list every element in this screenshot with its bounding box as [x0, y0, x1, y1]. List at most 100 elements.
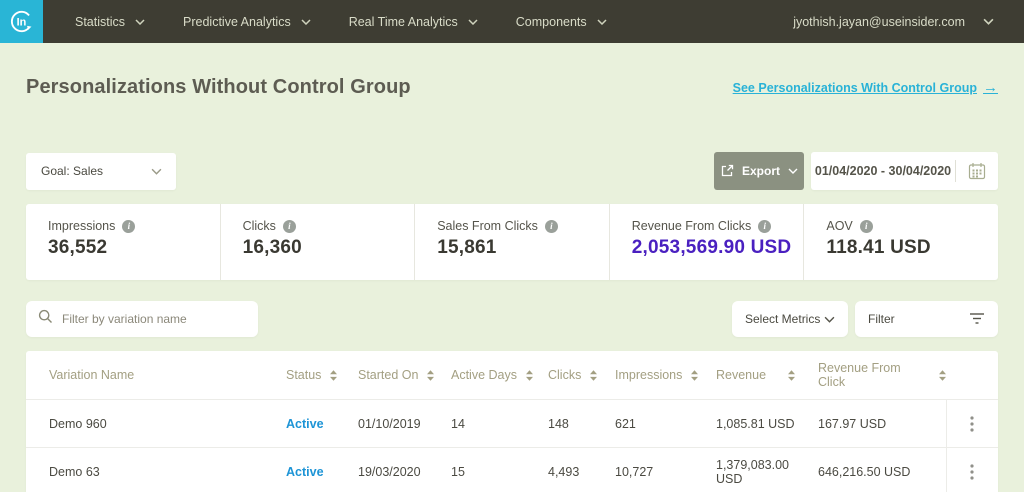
top-navbar: In Statistics Predictive Analytics Real …	[0, 0, 1024, 43]
export-label: Export	[742, 164, 780, 178]
stat-value: 118.41 USD	[826, 237, 998, 259]
col-started-on[interactable]: Started On	[358, 368, 451, 382]
export-button[interactable]: Export	[714, 152, 804, 190]
sort-icon	[939, 370, 946, 381]
col-revenue[interactable]: Revenue	[716, 368, 818, 382]
status-badge: Active	[286, 417, 358, 431]
arrow-right-icon: →	[983, 79, 998, 96]
table-header-row: Variation Name Status Started On Active …	[26, 351, 998, 399]
table-row: Demo 63 Active 19/03/2020 15 4,493 10,72…	[26, 447, 998, 492]
nav-item-label: Components	[516, 15, 587, 29]
nav-item-real-time-analytics[interactable]: Real Time Analytics	[349, 15, 478, 29]
chevron-down-icon	[468, 19, 478, 25]
stat-sales-from-clicks: Sales From Clicks i 15,861	[414, 204, 609, 280]
stat-label: Revenue From Clicks	[632, 219, 751, 233]
search-input[interactable]	[62, 312, 246, 326]
stat-label: Impressions	[48, 219, 115, 233]
nav-item-label: Real Time Analytics	[349, 15, 458, 29]
stat-value: 15,861	[437, 237, 609, 259]
stat-value: 36,552	[48, 237, 220, 259]
title-row: Personalizations Without Control Group S…	[26, 76, 998, 99]
col-impressions[interactable]: Impressions	[615, 368, 716, 382]
sort-icon	[427, 370, 434, 381]
variations-table: Variation Name Status Started On Active …	[26, 351, 998, 492]
sort-icon	[691, 370, 698, 381]
nav-menu: Statistics Predictive Analytics Real Tim…	[75, 15, 607, 29]
insider-logo-icon: In	[8, 8, 35, 35]
export-icon	[720, 164, 734, 178]
user-menu[interactable]: jyothish.jayan@useinsider.com	[793, 15, 994, 29]
variation-name: Demo 960	[26, 417, 286, 431]
revenue: 1,085.81 USD	[716, 417, 818, 431]
clicks: 148	[548, 417, 615, 431]
controls-row: Goal: Sales Export 01/04/2020 - 30/04/20…	[26, 152, 998, 190]
row-actions-menu[interactable]	[946, 448, 996, 492]
col-clicks[interactable]: Clicks	[548, 368, 615, 382]
table-row: Demo 960 Active 01/10/2019 14 148 621 1,…	[26, 399, 998, 447]
impressions: 10,727	[615, 465, 716, 479]
chevron-down-icon	[983, 18, 994, 25]
insider-logo[interactable]: In	[0, 0, 43, 43]
filter-label: Filter	[868, 312, 895, 326]
nav-item-label: Statistics	[75, 15, 125, 29]
active-days: 15	[451, 465, 548, 479]
col-variation-name: Variation Name	[26, 368, 286, 382]
info-icon[interactable]: i	[545, 220, 558, 233]
goal-select[interactable]: Goal: Sales	[26, 153, 176, 190]
stat-label: Sales From Clicks	[437, 219, 538, 233]
sort-icon	[526, 370, 533, 381]
date-range-picker[interactable]: 01/04/2020 - 30/04/2020	[811, 152, 998, 190]
calendar-icon	[956, 161, 998, 181]
chevron-down-icon	[151, 168, 162, 175]
row-actions-menu[interactable]	[946, 400, 996, 448]
status-badge: Active	[286, 465, 358, 479]
col-active-days[interactable]: Active Days	[451, 368, 548, 382]
select-metrics-dropdown[interactable]: Select Metrics	[732, 301, 848, 337]
impressions: 621	[615, 417, 716, 431]
page-title: Personalizations Without Control Group	[26, 76, 411, 99]
chevron-down-icon	[788, 168, 798, 174]
select-metrics-label: Select Metrics	[745, 312, 820, 326]
variation-name: Demo 63	[26, 465, 286, 479]
chevron-down-icon	[135, 19, 145, 25]
info-icon[interactable]: i	[758, 220, 771, 233]
date-range-value: 01/04/2020 - 30/04/2020	[811, 164, 955, 178]
chevron-down-icon	[824, 316, 835, 323]
stat-value: 16,360	[243, 237, 415, 259]
filter-icon	[969, 311, 985, 328]
summary-stats-bar: Impressions i 36,552 Clicksi 16,360 Sales…	[26, 204, 998, 280]
filter-button[interactable]: Filter	[855, 301, 998, 337]
goal-select-value: Goal: Sales	[41, 164, 103, 178]
revenue: 1,379,083.00 USD	[716, 458, 818, 486]
sort-icon	[330, 370, 337, 381]
stat-clicks: Clicksi 16,360	[220, 204, 415, 280]
kebab-icon	[970, 416, 974, 432]
filter-right-group: Select Metrics Filter	[732, 301, 998, 337]
col-revenue-from-click[interactable]: Revenue From Click	[818, 361, 946, 389]
info-icon[interactable]: i	[283, 220, 296, 233]
chevron-down-icon	[301, 19, 311, 25]
chevron-down-icon	[597, 19, 607, 25]
nav-item-components[interactable]: Components	[516, 15, 607, 29]
filter-row: Select Metrics Filter	[26, 301, 998, 337]
svg-text:In: In	[17, 16, 27, 28]
sort-icon	[590, 370, 597, 381]
variation-search[interactable]	[26, 301, 258, 337]
nav-item-predictive-analytics[interactable]: Predictive Analytics	[183, 15, 311, 29]
revenue-from-click: 646,216.50 USD	[818, 465, 946, 479]
see-control-group-link[interactable]: See Personalizations With Control Group …	[733, 79, 998, 96]
stat-value: 2,053,569.90 USD	[632, 237, 804, 259]
col-status[interactable]: Status	[286, 368, 358, 382]
revenue-from-click: 167.97 USD	[818, 417, 946, 431]
info-icon[interactable]: i	[122, 220, 135, 233]
user-email: jyothish.jayan@useinsider.com	[793, 15, 965, 29]
nav-item-statistics[interactable]: Statistics	[75, 15, 145, 29]
controls-right-group: Export 01/04/2020 - 30/04/2020	[714, 152, 998, 190]
stat-aov: AOVi 118.41 USD	[803, 204, 998, 280]
clicks: 4,493	[548, 465, 615, 479]
sort-icon	[788, 370, 795, 381]
nav-item-label: Predictive Analytics	[183, 15, 291, 29]
link-label: See Personalizations With Control Group	[733, 81, 977, 95]
info-icon[interactable]: i	[860, 220, 873, 233]
active-days: 14	[451, 417, 548, 431]
